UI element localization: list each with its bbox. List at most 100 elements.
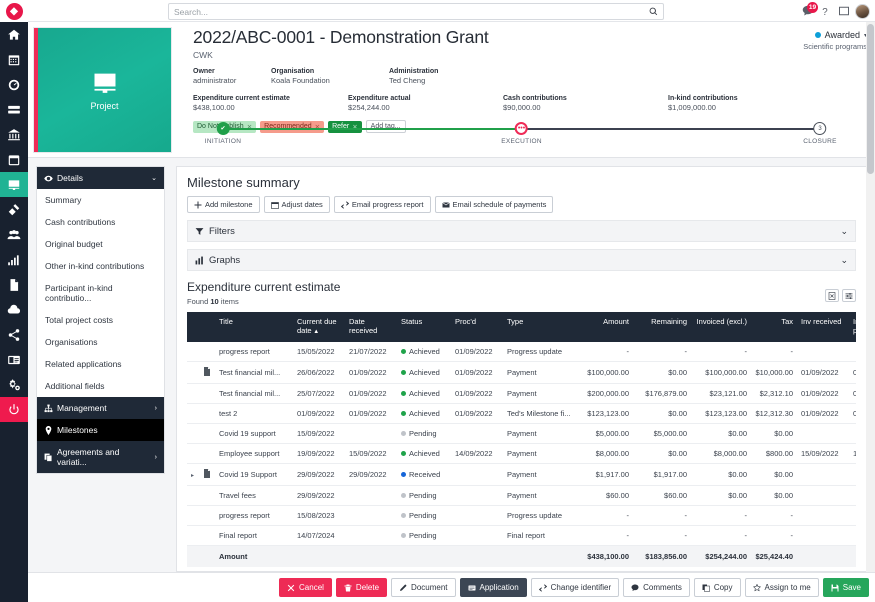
filters-panel-toggle[interactable]: Filters ⌄: [187, 220, 856, 242]
table-row[interactable]: ▸ Covid 19 Support 29/09/2022 29/09/2022 Rec…: [187, 463, 856, 486]
step-execution[interactable]: ••• EXECUTION: [501, 122, 542, 145]
copy-button[interactable]: Copy: [693, 578, 741, 597]
page-scrollbar[interactable]: [866, 22, 875, 602]
chevron-down-icon[interactable]: ⌄: [840, 226, 848, 237]
rail-item-calendar[interactable]: [0, 47, 28, 72]
col-header-type[interactable]: Type: [503, 312, 575, 342]
help-icon[interactable]: ?: [819, 5, 832, 18]
delete-button[interactable]: Delete: [335, 578, 388, 597]
chevron-down-icon[interactable]: ⌄: [840, 255, 848, 266]
status-badge[interactable]: Awarded ▾: [803, 30, 867, 40]
status-dot: [814, 32, 821, 38]
cell-expand: [187, 505, 199, 526]
sidebar-item-other-in-kind-contributions[interactable]: Other in-kind contributions: [37, 255, 164, 277]
col-header-invoiced[interactable]: Invoiced (excl.): [691, 312, 751, 342]
window-icon[interactable]: [837, 5, 850, 18]
table-row[interactable]: test 2 01/09/2022 01/09/2022 Achieved 01/09/…: [187, 403, 856, 424]
rail-item-assessments[interactable]: [0, 197, 28, 222]
col-header-amount[interactable]: Amount: [575, 312, 633, 342]
col-header-status[interactable]: Status: [397, 312, 451, 342]
sidebar-item-related-applications[interactable]: Related applications: [37, 353, 164, 375]
rail-item-lists[interactable]: [0, 97, 28, 122]
sidebar-item-cash-contributions[interactable]: Cash contributions: [37, 211, 164, 233]
sidebar-section-agreements-and-variati[interactable]: Agreements and variati... ›: [37, 441, 164, 473]
document-icon[interactable]: [203, 468, 211, 480]
rail-item-cloud[interactable]: [0, 297, 28, 322]
add-milestone-button[interactable]: Add milestone: [187, 196, 260, 213]
sidebar-item-original-budget[interactable]: Original budget: [37, 233, 164, 255]
col-header-procd[interactable]: Proc'd: [451, 312, 503, 342]
rail-item-projects[interactable]: [0, 172, 28, 197]
save-button[interactable]: Save: [822, 578, 869, 597]
sidebar-section-milestones[interactable]: Milestones: [37, 419, 164, 441]
rail-item-reports[interactable]: [0, 247, 28, 272]
document-icon[interactable]: [203, 366, 211, 378]
avatar[interactable]: [855, 3, 870, 19]
col-header-title[interactable]: Title: [215, 312, 293, 342]
rail-item-log-out[interactable]: [0, 397, 28, 422]
sidebar-item-summary[interactable]: Summary: [37, 189, 164, 211]
comments-button[interactable]: Comments: [623, 578, 690, 597]
rail-item-contacts[interactable]: [0, 347, 28, 372]
table-row[interactable]: Travel fees 29/09/2022 Pending Payment $60.0…: [187, 485, 856, 506]
table-row[interactable]: Test financial mil... 25/07/2022 01/09/202…: [187, 383, 856, 404]
app-logo[interactable]: ◆: [0, 0, 28, 22]
table-row[interactable]: Final report 14/07/2024 Pending Final repor…: [187, 525, 856, 546]
col-header-current_due_date[interactable]: Current due date ▲: [293, 312, 345, 342]
step-closure[interactable]: 3 CLOSURE: [803, 122, 837, 145]
chevron-icon[interactable]: ⌄: [151, 174, 157, 182]
search-bar[interactable]: [168, 3, 664, 20]
rail-item-documents[interactable]: [0, 272, 28, 297]
table-row[interactable]: Employee support 19/09/2022 15/09/2022 Achi…: [187, 443, 856, 464]
status-text: Achieved: [409, 448, 440, 458]
scrollbar-thumb[interactable]: [867, 24, 874, 174]
col-header-inv_received[interactable]: Inv received: [797, 312, 849, 342]
rail-item-dashboard[interactable]: [0, 72, 28, 97]
sidebar-item-participant-in-kind-contributio[interactable]: Participant in-kind contributio...: [37, 277, 164, 309]
rail-item-share[interactable]: [0, 322, 28, 347]
search-input[interactable]: [174, 6, 648, 17]
rail-item-events[interactable]: [0, 147, 28, 172]
cell-invoiced: $8,000.00: [691, 443, 751, 464]
table-row[interactable]: Covid 19 support 15/09/2022 Pending Payment…: [187, 423, 856, 444]
graphs-panel-toggle[interactable]: Graphs ⌄: [187, 249, 856, 271]
expand-row-icon[interactable]: ▸: [191, 473, 194, 479]
sidebar-item-organisations[interactable]: Organisations: [37, 331, 164, 353]
sidebar-section-management[interactable]: Management ›: [37, 397, 164, 419]
financial-meta-row: Expenditure current estimate $438,100.00 E…: [193, 94, 867, 114]
step-initiation[interactable]: ✔ INITIATION: [205, 122, 241, 145]
cell-date_received: [345, 423, 397, 444]
cell-expand[interactable]: ▸: [187, 463, 199, 486]
sort-asc-icon[interactable]: ▲: [312, 329, 319, 335]
table-row[interactable]: progress report 15/08/2023 Pending Progress…: [187, 505, 856, 526]
document-button[interactable]: Document: [391, 578, 456, 597]
col-header-date_received[interactable]: Date received: [345, 312, 397, 342]
cell-tax: -: [751, 505, 797, 526]
rail-item-home[interactable]: [0, 22, 28, 47]
comment-icon[interactable]: 19: [801, 1, 818, 18]
export-excel-icon[interactable]: [825, 289, 839, 302]
rail-item-settings[interactable]: [0, 372, 28, 397]
col-header-tax[interactable]: Tax: [751, 312, 797, 342]
table-row[interactable]: progress report 15/05/2022 21/07/2022 Achie…: [187, 341, 856, 362]
col-header-inv_processed[interactable]: Inv processed: [849, 312, 856, 342]
column-settings-icon[interactable]: [842, 289, 856, 302]
search-icon[interactable]: [648, 7, 658, 17]
financial-label: In-kind contributions: [668, 94, 738, 102]
adjust-dates-button[interactable]: Adjust dates: [263, 196, 330, 213]
cancel-button[interactable]: Cancel: [279, 578, 332, 597]
application-button[interactable]: Application: [459, 578, 527, 597]
chevron-icon[interactable]: ›: [155, 405, 157, 412]
col-header-remaining[interactable]: Remaining: [633, 312, 691, 342]
sidebar-item-additional-fields[interactable]: Additional fields: [37, 375, 164, 397]
chevron-icon[interactable]: ›: [155, 454, 157, 461]
sidebar-section-details[interactable]: Details ⌄: [37, 167, 164, 189]
assign-to-me-button[interactable]: Assign to me: [744, 578, 819, 597]
change-identifier-button[interactable]: Change identifier: [530, 578, 620, 597]
table-row[interactable]: Test financial mil... 26/06/2022 01/09/202…: [187, 361, 856, 384]
sidebar-item-total-project-costs[interactable]: Total project costs: [37, 309, 164, 331]
rail-item-people[interactable]: [0, 222, 28, 247]
email-progress-report-button[interactable]: Email progress report: [333, 196, 431, 213]
email-schedule-of-payments-button[interactable]: Email schedule of payments: [434, 196, 554, 213]
rail-item-organisations[interactable]: [0, 122, 28, 147]
